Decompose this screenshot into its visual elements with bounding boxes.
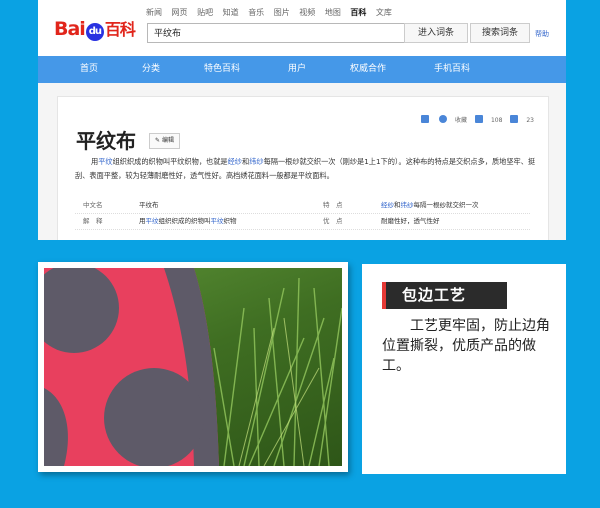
- top-nav: 新闻 网页 贴吧 知道 音乐 图片 视频 地图 百科 文库: [146, 7, 399, 18]
- top-nav-item[interactable]: 知道: [223, 8, 239, 17]
- desc-text: 组织织成的织物叫平纹织物，也就是: [112, 157, 228, 166]
- collect-label: 收藏: [455, 117, 468, 124]
- top-nav-item[interactable]: 贴吧: [197, 8, 213, 17]
- top-bar: Bai du 百科 新闻 网页 贴吧 知道 音乐 图片 视频 地图 百科 文库 平纹…: [38, 0, 566, 56]
- baidu-logo[interactable]: Bai du 百科: [54, 16, 136, 41]
- share-count: 23: [526, 117, 534, 124]
- like-button[interactable]: 108: [474, 115, 503, 124]
- fabric-on-grass-image: [44, 268, 342, 466]
- search-input[interactable]: 平纹布: [147, 23, 442, 43]
- info-value: 平纹布: [139, 201, 159, 209]
- collect-button[interactable]: 收藏: [439, 115, 468, 124]
- baike-screenshot: Bai du 百科 新闻 网页 贴吧 知道 音乐 图片 视频 地图 百科 文库 平纹…: [38, 0, 566, 240]
- main-nav-item[interactable]: 手机百科: [434, 56, 470, 83]
- main-nav-item[interactable]: 分类: [142, 56, 160, 83]
- top-nav-item[interactable]: 文库: [376, 8, 392, 17]
- top-nav-item[interactable]: 网页: [172, 8, 188, 17]
- entry-title: 平纹布: [76, 129, 136, 153]
- info-value: 用平纹组织织成的织物叫平纹织物: [139, 214, 237, 229]
- info-row: 中文名 平纹布 特 点 经纱和纬纱每隔一根纱就交织一次: [75, 198, 530, 214]
- top-nav-item[interactable]: 音乐: [248, 8, 264, 17]
- info-key: 特 点: [323, 201, 343, 209]
- info-value: 耐磨性好，透气性好: [381, 217, 440, 225]
- info-row: 解 释 用平纹组织织成的织物叫平纹织物 优 点 耐磨性好，透气性好: [75, 214, 530, 230]
- like-count: 108: [490, 117, 503, 124]
- info-key: 优 点: [323, 217, 343, 225]
- product-photo-frame: [38, 262, 348, 472]
- add-button[interactable]: [421, 115, 431, 124]
- tag-accent: [382, 282, 386, 309]
- entry-tools: 收藏 108 23: [415, 115, 534, 124]
- top-nav-item-active[interactable]: 百科: [350, 8, 366, 17]
- feature-tag: 包边工艺: [382, 282, 507, 309]
- fabric-edge-photo: [44, 268, 342, 466]
- help-link[interactable]: 帮助: [535, 29, 549, 39]
- top-nav-item[interactable]: 视频: [299, 8, 315, 17]
- thumb-up-icon: [474, 115, 483, 123]
- top-nav-item[interactable]: 新闻: [146, 8, 162, 17]
- desc-link[interactable]: 经纱: [228, 157, 242, 166]
- info-text: 织物: [223, 217, 237, 225]
- main-nav-item[interactable]: 用户: [288, 56, 306, 83]
- info-link[interactable]: 经纱: [381, 201, 394, 209]
- share-icon: [510, 115, 519, 123]
- enter-entry-button[interactable]: 进入词条: [404, 23, 468, 43]
- top-nav-item[interactable]: 图片: [274, 8, 290, 17]
- paw-icon: du: [85, 23, 104, 41]
- desc-link[interactable]: 纬纱: [249, 157, 263, 166]
- info-text: 组织织成的织物叫: [158, 217, 211, 225]
- info-key: 中文名: [83, 201, 103, 209]
- main-nav-item[interactable]: 特色百科: [204, 56, 240, 83]
- feature-text: 工艺更牢固，防止边角位置撕裂，优质产品的做工。: [382, 318, 550, 374]
- basic-info-table: 中文名 平纹布 特 点 经纱和纬纱每隔一根纱就交织一次 解 释 用平纹组织织成的…: [75, 198, 530, 230]
- logo-baike: 百科: [104, 20, 136, 39]
- edit-label: 编辑: [161, 137, 174, 144]
- info-link[interactable]: 平纹: [211, 217, 224, 225]
- info-key: 解 释: [83, 217, 103, 225]
- info-link[interactable]: 平纹: [146, 217, 159, 225]
- top-nav-item[interactable]: 地图: [325, 8, 341, 17]
- info-value: 经纱和纬纱每隔一根纱就交织一次: [381, 198, 479, 213]
- entry-description: 用平纹组织织成的织物叫平纹织物，也就是经纱和纬纱每隔一根纱就交织一次（刚纱是1上…: [75, 155, 545, 183]
- edit-button[interactable]: ✎ 编辑: [149, 133, 180, 149]
- feature-panel: 包边工艺 工艺更牢固，防止边角位置撕裂，优质产品的做工。: [362, 264, 566, 474]
- plus-icon: [421, 115, 430, 123]
- search-entry-button[interactable]: 搜索词条: [470, 23, 530, 43]
- share-button[interactable]: 23: [510, 115, 534, 124]
- info-link[interactable]: 纬纱: [401, 201, 414, 209]
- star-icon: [439, 115, 448, 123]
- main-nav-item[interactable]: 首页: [80, 56, 98, 83]
- logo-bai: Bai: [54, 18, 86, 40]
- main-nav-item[interactable]: 权威合作: [350, 56, 386, 83]
- desc-link[interactable]: 平纹: [98, 157, 112, 166]
- pencil-icon: ✎: [155, 137, 161, 144]
- entry-card: 平纹布 ✎ 编辑 收藏 108 23 用平纹组织织成的织物叫平纹织物，也就是经纱…: [57, 96, 549, 240]
- main-nav: 首页 分类 特色百科 用户 权威合作 手机百科: [38, 56, 566, 83]
- info-text: 每隔一根纱就交织一次: [413, 201, 479, 209]
